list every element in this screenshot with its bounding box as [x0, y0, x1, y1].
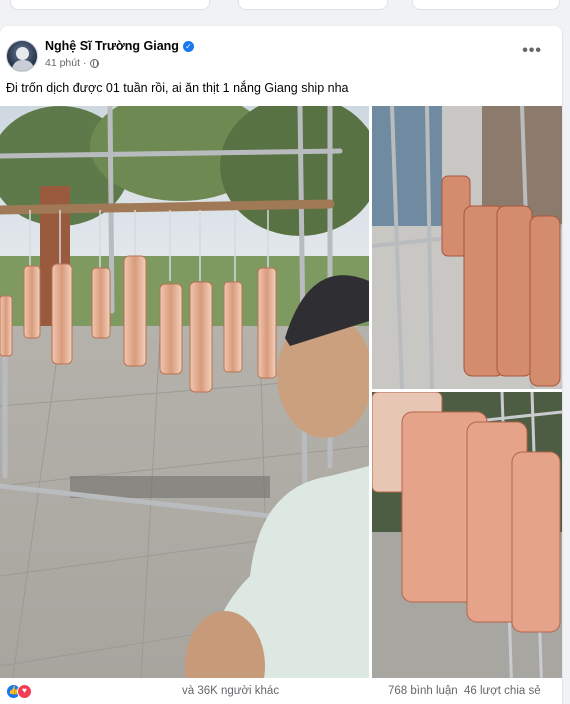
- comments-count[interactable]: 768 bình luận: [388, 685, 458, 697]
- author-name[interactable]: Nghệ Sĩ Trường Giang: [45, 39, 179, 53]
- previous-post-edge: [0, 0, 570, 22]
- photo-bottom-right[interactable]: [372, 392, 562, 698]
- more-dots-icon[interactable]: •••: [522, 42, 542, 60]
- photo-top-right[interactable]: [372, 106, 562, 389]
- post-stats-bar: 👍 ♥ và 36K người khác 768 bình luận 46 l…: [0, 678, 562, 704]
- post-header: Nghệ Sĩ Trường Giang ✓ 41 phút · •••: [0, 26, 562, 76]
- post-card: Nghệ Sĩ Trường Giang ✓ 41 phút · ••• Đi …: [0, 26, 562, 704]
- author-name-row: Nghệ Sĩ Trường Giang ✓: [45, 39, 194, 53]
- post-meta: 41 phút ·: [45, 57, 99, 69]
- love-icon: ♥: [17, 684, 32, 699]
- author-avatar[interactable]: [6, 40, 38, 72]
- globe-icon: [89, 58, 99, 68]
- reactions-summary[interactable]: và 36K người khác: [182, 685, 279, 697]
- reaction-icons[interactable]: 👍 ♥: [6, 684, 32, 699]
- shares-count[interactable]: 46 lượt chia sẻ: [464, 685, 541, 697]
- verified-badge-icon: ✓: [182, 40, 194, 52]
- post-caption: Đi trốn dịch được 01 tuần rồi, ai ăn thị…: [6, 81, 349, 95]
- post-time[interactable]: 41 phút: [45, 57, 80, 69]
- photo-main[interactable]: [0, 106, 369, 698]
